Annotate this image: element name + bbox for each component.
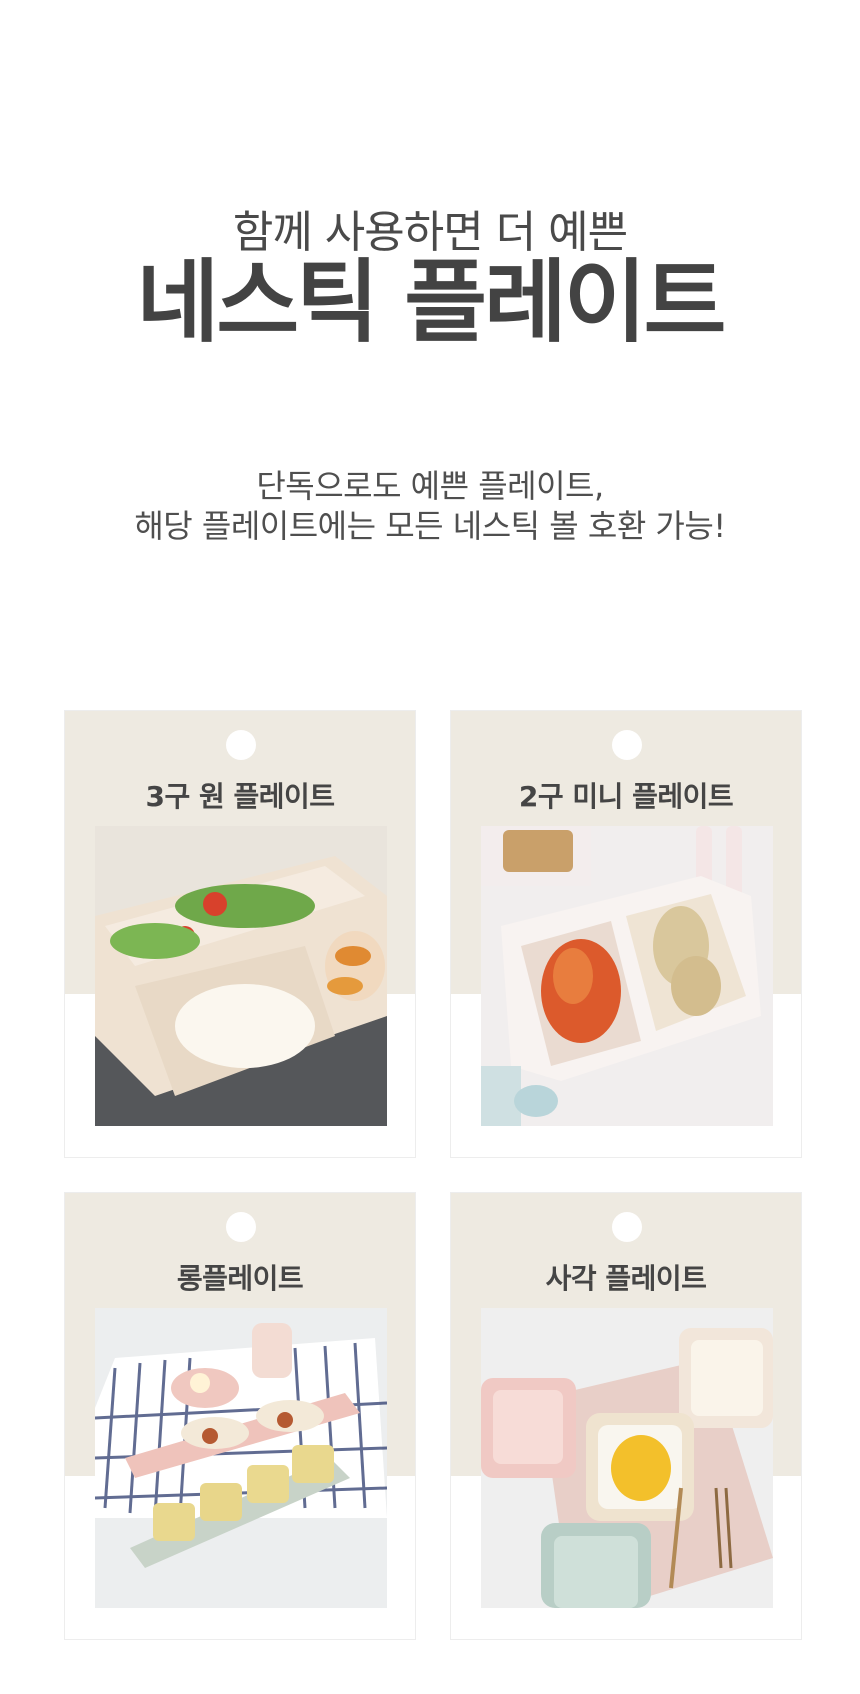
product-photo-two-compartment-mini-plate [481,826,773,1126]
description: 단독으로도 예쁜 플레이트, 해당 플레이트에는 모든 네스틱 볼 호환 가능! [0,466,860,546]
hang-hole [226,1212,256,1242]
hang-hole [612,1212,642,1242]
product-label: 롱플레이트 [176,1262,304,1295]
product-card-two-compartment-mini[interactable]: 2구 미니 플레이트 [450,710,802,1158]
product-photo-long-plate [95,1308,387,1608]
description-line-1: 단독으로도 예쁜 플레이트, [256,467,604,505]
product-photo-three-compartment-plate [95,826,387,1126]
hero-title: 네스틱 플레이트 [136,250,727,355]
hang-hole [612,730,642,760]
hang-hole [226,730,256,760]
product-card-three-compartment[interactable]: 3구 원 플레이트 [64,710,416,1158]
product-label: 3구 원 플레이트 [145,780,335,813]
product-label: 2구 미니 플레이트 [518,780,734,813]
product-photo-square-plate [481,1308,773,1608]
description-line-2: 해당 플레이트에는 모든 네스틱 볼 호환 가능! [134,507,726,545]
product-label: 사각 플레이트 [545,1262,707,1295]
product-card-square-plate[interactable]: 사각 플레이트 [450,1192,802,1640]
product-card-long-plate[interactable]: 롱플레이트 [64,1192,416,1640]
